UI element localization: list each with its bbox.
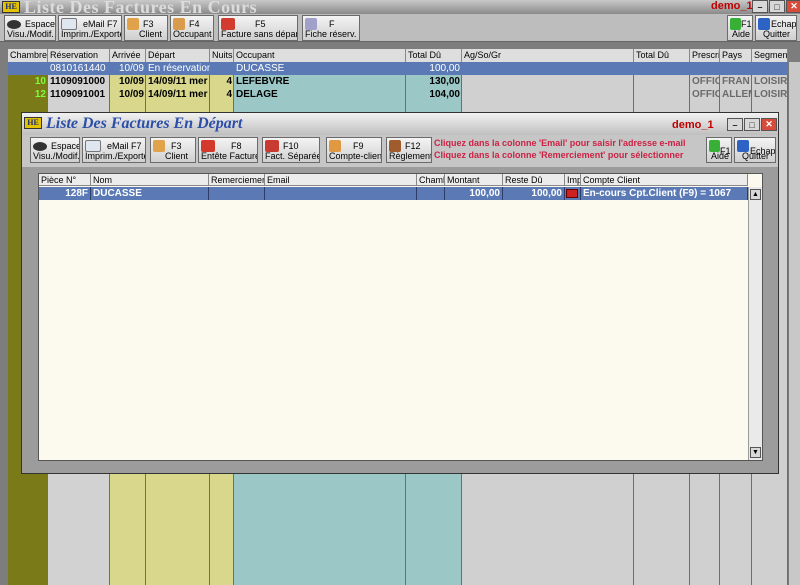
- client-button[interactable]: F3 Client: [124, 15, 168, 41]
- notice-remerciement: Cliquez dans la colonne 'Remerciement' p…: [434, 150, 684, 160]
- scroll-down-icon[interactable]: ▼: [750, 447, 761, 458]
- header-total-du[interactable]: Total Dû: [406, 49, 462, 62]
- factures-table: Pièce N° Nom Remerciement Email Chambr M…: [38, 173, 763, 461]
- header-compte-client[interactable]: Compte Client: [581, 174, 748, 186]
- imprim-exporte-button[interactable]: eMail F7 Imprim./Exporte: [58, 15, 122, 41]
- close-icon[interactable]: ✕: [786, 0, 800, 13]
- dialog-title: Liste Des Factures En Départ: [46, 115, 243, 132]
- dialog-title-bar: HE Liste Des Factures En Départ demo_1 –…: [22, 113, 778, 135]
- header-piece[interactable]: Pièce N°: [39, 174, 91, 186]
- maximize-icon[interactable]: □: [744, 118, 760, 131]
- visu-modif-button[interactable]: Espace Visu./Modif.: [4, 15, 56, 41]
- header-total-du-2[interactable]: Total Dû: [634, 49, 690, 62]
- imprim-exporte-button[interactable]: eMail F7 Imprim./Exporte: [82, 137, 146, 163]
- header-nom[interactable]: Nom: [91, 174, 209, 186]
- minimize-icon[interactable]: –: [752, 0, 768, 13]
- main-window-title: Liste Des Factures En Cours: [24, 0, 258, 14]
- quitter-button[interactable]: Echap Quitter: [734, 137, 776, 163]
- main-window-controls: – □ ✕: [752, 0, 800, 13]
- header-email[interactable]: Email: [265, 174, 417, 186]
- dialog-logo-icon: HE: [24, 117, 42, 129]
- notice-email: Cliquez dans la colonne 'Email' pour sai…: [434, 138, 686, 148]
- occupant-button[interactable]: F4 Occupant: [170, 15, 214, 41]
- header-chambre[interactable]: Chambre: [8, 49, 48, 62]
- client-button[interactable]: F3 Client: [150, 137, 196, 163]
- main-toolbar: Espace Visu./Modif. eMail F7 Imprim./Exp…: [0, 14, 800, 42]
- header-prescri[interactable]: Prescri: [690, 49, 720, 62]
- client-icon: [127, 18, 139, 30]
- header-nuits[interactable]: Nuits: [210, 49, 234, 62]
- minimize-icon[interactable]: –: [727, 118, 743, 131]
- eye-icon: [33, 142, 47, 151]
- scroll-up-icon[interactable]: ▲: [750, 189, 761, 200]
- visu-modif-button[interactable]: Espace Visu./Modif.: [30, 137, 80, 163]
- remerciement-cell[interactable]: [209, 187, 265, 200]
- main-vertical-scrollbar[interactable]: [788, 62, 800, 585]
- header-remerciement[interactable]: Remerciement: [209, 174, 265, 186]
- header-imp[interactable]: Imp: [565, 174, 581, 186]
- reglement-button[interactable]: F12 Règlement: [386, 137, 432, 163]
- printer-icon[interactable]: [565, 187, 581, 200]
- aide-button[interactable]: F1 Aide: [727, 15, 753, 41]
- header-segment[interactable]: Segmen: [752, 49, 788, 62]
- main-title-bar: HE Liste Des Factures En Cours demo_1 – …: [0, 0, 800, 14]
- dialog-user-label: demo_1: [672, 119, 714, 131]
- aide-button[interactable]: F1 Aide: [706, 137, 732, 163]
- header-chambre[interactable]: Chambr: [417, 174, 445, 186]
- dialog-window-controls: – □ ✕: [727, 118, 777, 131]
- factures-depart-dialog: HE Liste Des Factures En Départ demo_1 –…: [21, 112, 779, 474]
- header-arrivee[interactable]: Arrivée: [110, 49, 146, 62]
- entete-facture-button[interactable]: F8 Entête Facture: [198, 137, 258, 163]
- header-reste-du[interactable]: Reste Dû: [503, 174, 565, 186]
- header-ag-so-gr[interactable]: Ag/So/Gr: [462, 49, 634, 62]
- email-cell[interactable]: [265, 187, 417, 200]
- facture-sans-depart-button[interactable]: F5 Facture sans départ: [218, 15, 298, 41]
- header-pays[interactable]: Pays: [720, 49, 752, 62]
- fiche-reserv-button[interactable]: F Fiche réserv.: [302, 15, 360, 41]
- dialog-vertical-scrollbar[interactable]: ▲ ▼: [748, 187, 762, 460]
- app-logo-icon: HE: [2, 1, 20, 13]
- header-montant[interactable]: Montant: [445, 174, 503, 186]
- header-reservation[interactable]: Réservation: [48, 49, 110, 62]
- maximize-icon[interactable]: □: [769, 0, 785, 13]
- quitter-button[interactable]: Echap Quitter: [755, 15, 797, 41]
- header-depart[interactable]: Départ: [146, 49, 210, 62]
- client-icon: [153, 140, 165, 152]
- eye-icon: [7, 20, 21, 29]
- close-icon[interactable]: ✕: [761, 118, 777, 131]
- compte-client-button[interactable]: F9 Compte-client: [326, 137, 382, 163]
- header-occupant[interactable]: Occupant: [234, 49, 406, 62]
- fact-separee-button[interactable]: F10 Fact. Séparée: [262, 137, 320, 163]
- dialog-toolbar: Espace Visu./Modif. eMail F7 Imprim./Exp…: [22, 135, 778, 167]
- main-user-label: demo_1: [711, 0, 753, 12]
